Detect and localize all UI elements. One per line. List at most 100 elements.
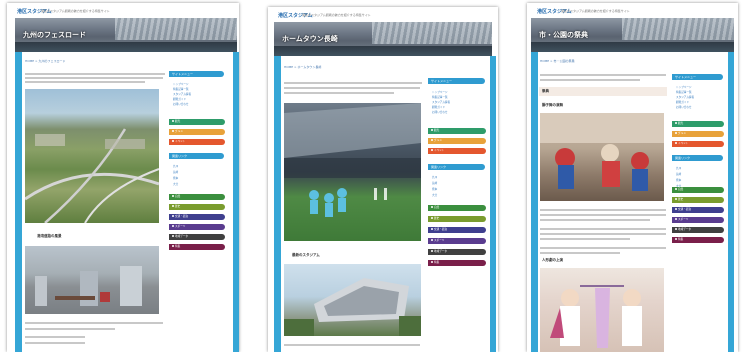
- sidebar-link[interactable]: スタジアム情報: [173, 92, 191, 96]
- text-line: [540, 233, 666, 235]
- category-button[interactable]: スポーツ: [428, 238, 486, 244]
- category-label: スポーツ: [678, 218, 689, 221]
- category-label: 特集: [175, 245, 181, 248]
- sidebar-sub-link[interactable]: 九州: [173, 164, 178, 168]
- category-button[interactable]: グルメ: [672, 131, 724, 137]
- category-button[interactable]: 観光: [672, 121, 724, 127]
- sidebar-sub-link[interactable]: 熊本: [173, 176, 178, 180]
- bullet-icon: [675, 132, 677, 134]
- bullet-icon: [431, 250, 433, 252]
- sidebar-sub-head: 関連リンク: [428, 164, 485, 170]
- sidebar-link[interactable]: 特集記事一覧: [432, 95, 448, 99]
- sidebar-sub-link[interactable]: 大分: [432, 193, 437, 197]
- sidebar-sub-link[interactable]: 長崎: [676, 172, 681, 176]
- sidebar-link[interactable]: トップページ: [676, 85, 692, 89]
- bullet-icon: [431, 149, 433, 151]
- page-1: 港区スタジアム 港区のスタジアム観戦の魅力を紹介する特集サイト 九州のフェスロー…: [7, 3, 239, 352]
- category-label: グルメ: [678, 132, 686, 135]
- right-accent-bar: [233, 52, 239, 352]
- sidebar-sub-link[interactable]: 大分: [173, 182, 178, 186]
- page-banner: 市・公園の祭典: [531, 18, 734, 52]
- category-button[interactable]: イベント: [169, 139, 225, 145]
- page-2: 港区スタジアム 港区のスタジアム観戦の魅力を紹介する特集サイト ホームタウン長崎…: [268, 7, 498, 352]
- category-button[interactable]: 地域データ: [428, 249, 486, 255]
- sidebar-link[interactable]: 観戦ガイド: [676, 100, 689, 104]
- sidebar-link[interactable]: お問い合わせ: [676, 105, 692, 109]
- text-line: [25, 342, 85, 344]
- category-button[interactable]: 歴史: [672, 197, 724, 203]
- sidebar-sub-link[interactable]: 九州: [432, 175, 437, 179]
- category-button[interactable]: 地域データ: [169, 234, 225, 240]
- breadcrumb[interactable]: HOME > ホームタウン長崎: [284, 65, 321, 69]
- sidebar-link[interactable]: 観戦ガイド: [173, 97, 186, 101]
- category-button[interactable]: イベント: [428, 148, 486, 154]
- bullet-icon: [675, 208, 677, 210]
- site-tagline: 港区のスタジアム観戦の魅力を紹介する特集サイト: [302, 13, 371, 17]
- category-button[interactable]: 歴史: [428, 216, 486, 222]
- category-button[interactable]: イベント: [672, 141, 724, 147]
- category-button[interactable]: 自然: [169, 194, 225, 200]
- text-line: [25, 81, 145, 83]
- category-button[interactable]: 歴史: [169, 204, 225, 210]
- sidebar-link[interactable]: トップページ: [432, 90, 448, 94]
- aerial-city-photo: [25, 89, 159, 223]
- bullet-icon: [675, 188, 677, 190]
- sidebar-sub-link[interactable]: 長崎: [432, 181, 437, 185]
- category-label: 交通・宿泊: [434, 228, 447, 231]
- category-button[interactable]: 交通・宿泊: [169, 214, 225, 220]
- category-button[interactable]: グルメ: [428, 138, 486, 144]
- category-button[interactable]: 特集: [169, 244, 225, 250]
- bullet-icon: [172, 140, 174, 142]
- category-button[interactable]: 観光: [169, 119, 225, 125]
- sidebar-link[interactable]: トップページ: [173, 82, 189, 86]
- category-button[interactable]: 自然: [672, 187, 724, 193]
- stadium-structure-icon: [284, 278, 421, 336]
- breadcrumb[interactable]: HOME > 市・公園の祭典: [540, 59, 575, 63]
- section-heading: 祭典: [542, 89, 549, 93]
- category-button[interactable]: 交通・宿泊: [428, 227, 486, 233]
- category-button[interactable]: グルメ: [169, 129, 225, 135]
- right-accent-bar: [490, 56, 496, 352]
- category-button[interactable]: スポーツ: [169, 224, 225, 230]
- page-title: 九州のフェスロード: [23, 31, 86, 39]
- section-heading-box: [539, 87, 667, 96]
- sidebar-sub-link[interactable]: 九州: [676, 166, 681, 170]
- category-label: 歴史: [175, 205, 181, 208]
- left-accent-bar: [274, 56, 281, 352]
- lion-dance-photo: [540, 113, 664, 201]
- category-button[interactable]: スポーツ: [672, 217, 724, 223]
- category-button[interactable]: 交通・宿泊: [672, 207, 724, 213]
- category-button[interactable]: 自然: [428, 205, 486, 211]
- category-label: 観光: [175, 120, 181, 123]
- sidebar-sub-link[interactable]: 熊本: [676, 178, 681, 182]
- category-button[interactable]: 特集: [428, 260, 486, 266]
- category-button[interactable]: 特集: [672, 237, 724, 243]
- category-label: 歴史: [678, 198, 684, 201]
- banner-stripe: [531, 42, 734, 52]
- sidebar-sub-link[interactable]: 熊本: [432, 187, 437, 191]
- section-heading: 港湾道路の風景: [37, 234, 62, 238]
- sidebar-sub-link[interactable]: 長崎: [173, 170, 178, 174]
- page-banner: 九州のフェスロード: [15, 18, 237, 52]
- breadcrumb[interactable]: HOME > 九州のフェスロード: [25, 59, 66, 63]
- lion-dance-icon: [540, 113, 664, 191]
- text-line: [540, 219, 650, 221]
- site-tagline: 港区のスタジアム観戦の魅力を紹介する特集サイト: [41, 9, 110, 13]
- sidebar-link[interactable]: 観戦ガイド: [432, 105, 445, 109]
- sidebar-link[interactable]: スタジアム情報: [676, 95, 694, 99]
- sidebar-link[interactable]: スタジアム情報: [432, 100, 450, 104]
- caption-heading: 人形劇の上演: [542, 258, 563, 262]
- category-button[interactable]: 観光: [428, 128, 486, 134]
- category-button[interactable]: 地域データ: [672, 227, 724, 233]
- text-line: [540, 247, 666, 249]
- sidebar-link[interactable]: 特集記事一覧: [676, 90, 692, 94]
- stadium-exterior-photo: [284, 264, 421, 336]
- sidebar-link[interactable]: お問い合わせ: [173, 102, 189, 106]
- bullet-icon: [172, 120, 174, 122]
- sidebar-link[interactable]: 特集記事一覧: [173, 87, 189, 91]
- sidebar-link[interactable]: お問い合わせ: [432, 110, 448, 114]
- left-accent-bar: [15, 52, 22, 352]
- bullet-icon: [675, 198, 677, 200]
- sidebar-sub-head: 関連リンク: [672, 155, 723, 161]
- bullet-icon: [431, 228, 433, 230]
